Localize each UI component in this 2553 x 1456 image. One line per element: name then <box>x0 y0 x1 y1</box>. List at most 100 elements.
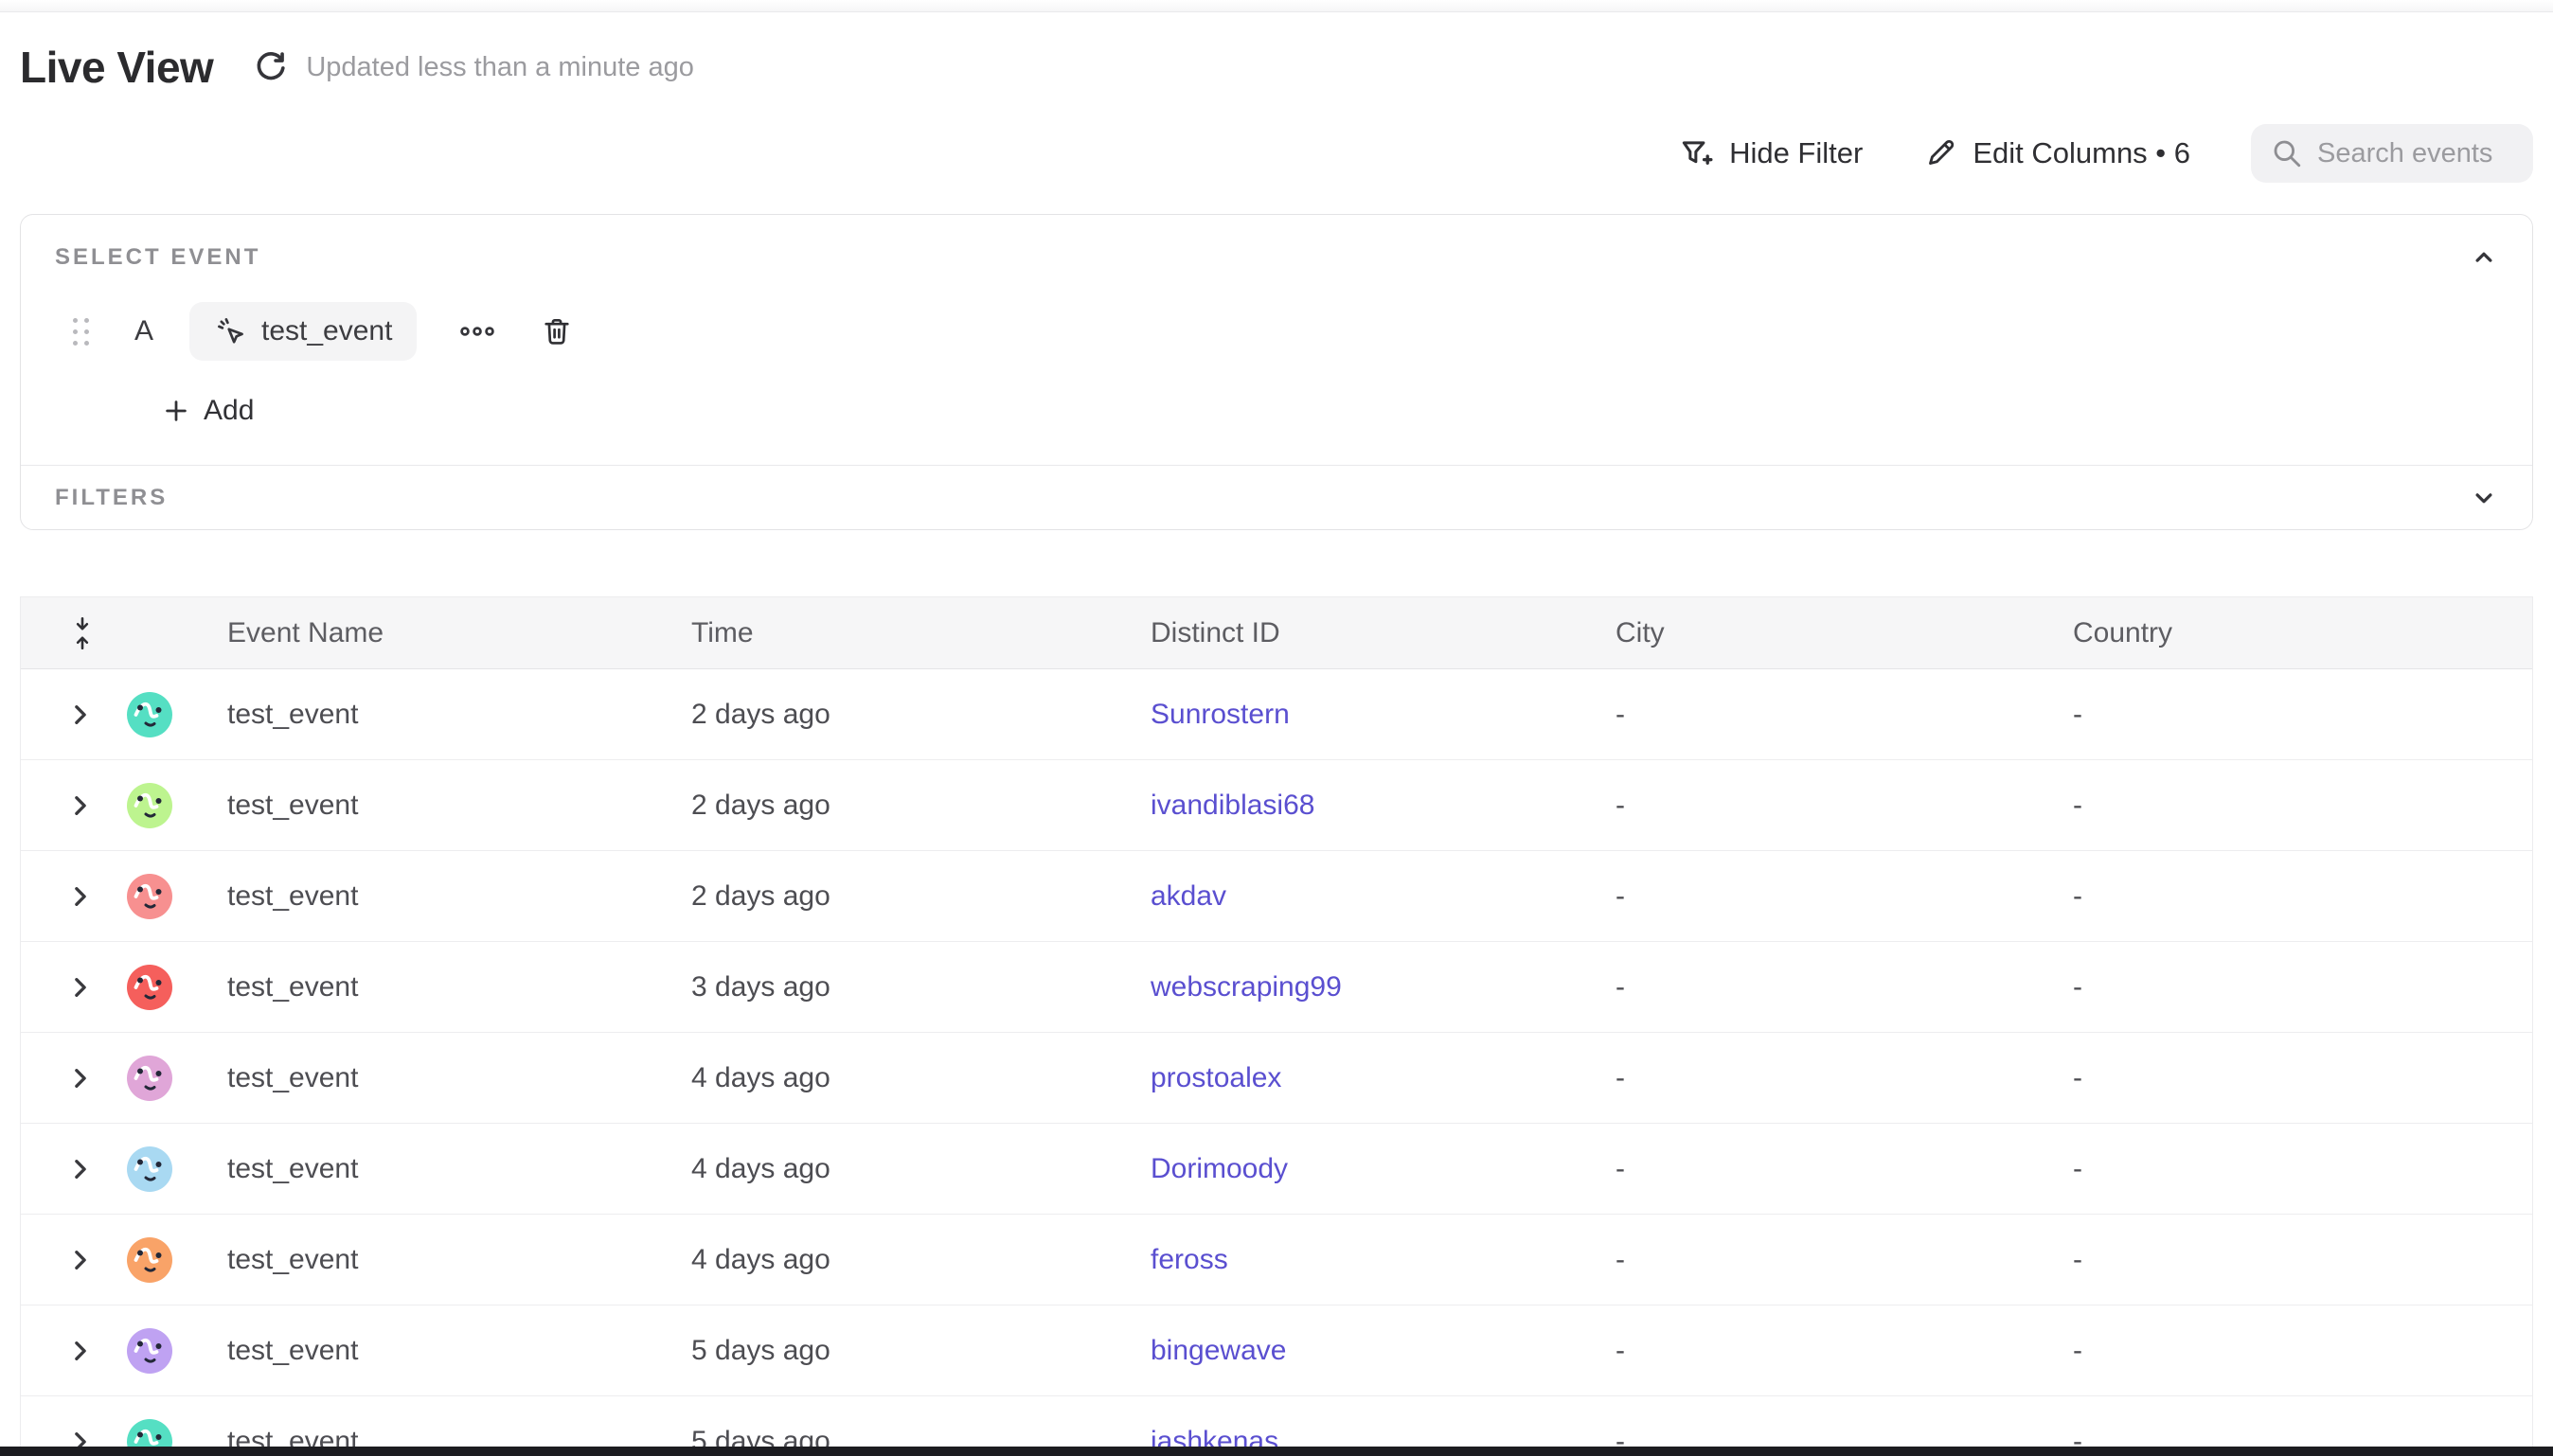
time-cell: 4 days ago <box>691 1062 1151 1094</box>
table-row[interactable]: test_event 4 days ago feross - - <box>21 1215 2532 1305</box>
row-expand-button[interactable] <box>70 1066 91 1091</box>
search-input[interactable] <box>2317 138 2514 169</box>
row-expand-button[interactable] <box>70 884 91 909</box>
row-expand-button[interactable] <box>70 793 91 818</box>
page-title: Live View <box>20 42 213 93</box>
country-cell: - <box>2073 699 2532 731</box>
distinct-id-link[interactable]: Dorimoody <box>1151 1153 1288 1184</box>
event-name-cell: test_event <box>227 1244 691 1276</box>
chevron-right-icon <box>70 884 91 909</box>
refresh-icon <box>253 49 289 85</box>
city-cell: - <box>1616 971 2073 1003</box>
collapse-section-button[interactable] <box>2470 243 2498 272</box>
add-event-button[interactable]: Add <box>162 395 254 427</box>
event-more-options-button[interactable] <box>458 324 496 339</box>
table-row[interactable]: test_event 2 days ago Sunrostern - - <box>21 669 2532 760</box>
delete-event-button[interactable] <box>540 314 574 348</box>
distinct-id-link[interactable]: akdav <box>1151 880 1226 912</box>
collapse-rows-icon <box>70 615 95 651</box>
collapse-all-rows-button[interactable] <box>70 615 95 651</box>
user-avatar <box>127 1056 172 1101</box>
hide-filter-label: Hide Filter <box>1729 136 1863 170</box>
country-cell: - <box>2073 880 2532 913</box>
table-row[interactable]: test_event 3 days ago webscraping99 - - <box>21 942 2532 1033</box>
country-cell: - <box>2073 1244 2532 1276</box>
time-cell: 2 days ago <box>691 880 1151 913</box>
table-row[interactable]: test_event 5 days ago bingewave - - <box>21 1305 2532 1396</box>
distinct-id-link[interactable]: ivandiblasi68 <box>1151 790 1314 821</box>
search-box[interactable] <box>2251 124 2533 183</box>
chevron-right-icon <box>70 975 91 1000</box>
user-avatar <box>127 965 172 1010</box>
column-header-time: Time <box>691 617 1151 649</box>
magnifier-icon <box>2270 136 2304 170</box>
plus-icon <box>162 397 190 425</box>
country-cell: - <box>2073 1153 2532 1185</box>
city-cell: - <box>1616 699 2073 731</box>
hide-filter-button[interactable]: Hide Filter <box>1678 135 1863 171</box>
time-cell: 3 days ago <box>691 971 1151 1003</box>
expand-filters-button[interactable] <box>2470 484 2498 512</box>
refresh-button[interactable] <box>253 49 289 85</box>
filters-section: FILTERS <box>21 466 2532 529</box>
event-letter: A <box>134 315 153 347</box>
distinct-id-link[interactable]: webscraping99 <box>1151 971 1342 1003</box>
row-expand-button[interactable] <box>70 1157 91 1181</box>
cursor-click-icon <box>214 314 248 348</box>
event-name-cell: test_event <box>227 1062 691 1094</box>
column-header-city: City <box>1616 617 2073 649</box>
event-name-cell: test_event <box>227 971 691 1003</box>
chevron-right-icon <box>70 1339 91 1363</box>
distinct-id-link[interactable]: Sunrostern <box>1151 699 1290 730</box>
city-cell: - <box>1616 1153 2073 1185</box>
chevron-right-icon <box>70 1066 91 1091</box>
event-name-cell: test_event <box>227 1153 691 1185</box>
city-cell: - <box>1616 790 2073 822</box>
user-avatar <box>127 1328 172 1374</box>
time-cell: 4 days ago <box>691 1153 1151 1185</box>
event-select-chip[interactable]: test_event <box>189 302 417 361</box>
table-row[interactable]: test_event 2 days ago akdav - - <box>21 851 2532 942</box>
toolbar: Hide Filter Edit Columns • 6 <box>20 124 2533 183</box>
select-event-section: SELECT EVENT A <box>21 215 2532 465</box>
table-row[interactable]: test_event 4 days ago Dorimoody - - <box>21 1124 2532 1215</box>
table-row[interactable]: test_event 2 days ago ivandiblasi68 - - <box>21 760 2532 851</box>
distinct-id-link[interactable]: feross <box>1151 1244 1228 1275</box>
chevron-right-icon <box>70 1248 91 1272</box>
row-expand-button[interactable] <box>70 702 91 727</box>
user-avatar <box>127 783 172 828</box>
country-cell: - <box>2073 790 2532 822</box>
bottom-edge-bar <box>0 1447 2553 1456</box>
drag-handle[interactable] <box>73 318 89 346</box>
chevron-up-icon <box>2470 243 2498 272</box>
time-cell: 5 days ago <box>691 1335 1151 1367</box>
event-name-cell: test_event <box>227 880 691 913</box>
row-expand-button[interactable] <box>70 1248 91 1272</box>
edit-columns-button[interactable]: Edit Columns • 6 <box>1923 136 2190 170</box>
edit-columns-label: Edit Columns • 6 <box>1973 136 2190 170</box>
live-view-page: Live View Updated less than a minute ago… <box>0 39 2553 1456</box>
top-edge-strip <box>0 0 2553 12</box>
event-name-cell: test_event <box>227 699 691 731</box>
table-header-row: Event Name Time Distinct ID City Country <box>21 597 2532 669</box>
distinct-id-link[interactable]: prostoalex <box>1151 1062 1281 1093</box>
country-cell: - <box>2073 971 2532 1003</box>
country-cell: - <box>2073 1335 2532 1367</box>
chevron-down-icon <box>2470 484 2498 512</box>
event-name-cell: test_event <box>227 1335 691 1367</box>
column-header-event-name: Event Name <box>227 617 691 649</box>
distinct-id-link[interactable]: bingewave <box>1151 1335 1286 1366</box>
column-header-country: Country <box>2073 617 2532 649</box>
query-builder-card: SELECT EVENT A <box>20 214 2533 530</box>
row-expand-button[interactable] <box>70 975 91 1000</box>
country-cell: - <box>2073 1062 2532 1094</box>
column-header-distinct-id: Distinct ID <box>1151 617 1616 649</box>
city-cell: - <box>1616 1335 2073 1367</box>
chevron-right-icon <box>70 1157 91 1181</box>
time-cell: 2 days ago <box>691 699 1151 731</box>
table-row[interactable]: test_event 4 days ago prostoalex - - <box>21 1033 2532 1124</box>
updated-status: Updated less than a minute ago <box>306 52 694 83</box>
row-expand-button[interactable] <box>70 1339 91 1363</box>
chevron-right-icon <box>70 793 91 818</box>
city-cell: - <box>1616 880 2073 913</box>
